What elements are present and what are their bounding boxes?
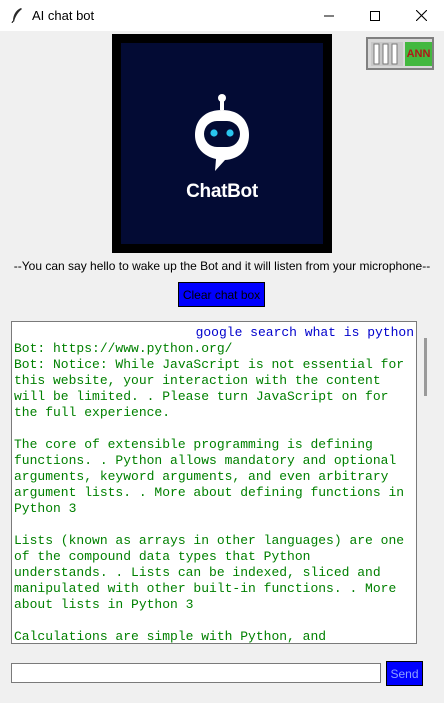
minimize-button[interactable]	[306, 0, 352, 31]
send-button[interactable]: Send	[386, 661, 423, 686]
chatbot-logo: ChatBot	[112, 34, 332, 253]
window-title: AI chat bot	[32, 8, 95, 23]
info-text: --You can say hello to wake up the Bot a…	[13, 259, 431, 273]
bot-message: Bot: Notice: While JavaScript is not ess…	[14, 357, 405, 644]
message-input[interactable]	[11, 663, 381, 683]
close-button[interactable]	[398, 0, 444, 31]
minimize-icon	[324, 15, 334, 16]
maximize-icon	[370, 10, 380, 21]
logo-text: ChatBot	[186, 181, 258, 202]
chat-content: google search what is python Bot: https:…	[12, 322, 416, 644]
chat-box[interactable]: google search what is python Bot: https:…	[11, 321, 417, 644]
logo-background: ChatBot	[121, 43, 323, 244]
toggle-label: ANN	[406, 48, 431, 60]
title-bar: AI chat bot	[0, 0, 444, 31]
close-icon	[415, 10, 427, 21]
toggle-on-indicator: ANN	[405, 42, 432, 66]
scrollbar-thumb[interactable]	[424, 338, 427, 396]
user-message: google search what is python	[195, 325, 414, 340]
clear-chat-button[interactable]: Clear chat box	[178, 282, 265, 307]
robot-icon	[195, 94, 249, 171]
feather-icon	[10, 7, 24, 24]
maximize-button[interactable]	[352, 0, 398, 31]
ann-toggle[interactable]: ANN	[366, 37, 434, 70]
chat-scrollbar[interactable]	[421, 321, 431, 644]
bot-message: Bot: https://www.python.org/	[14, 341, 233, 356]
toggle-grip-icon	[371, 42, 403, 66]
